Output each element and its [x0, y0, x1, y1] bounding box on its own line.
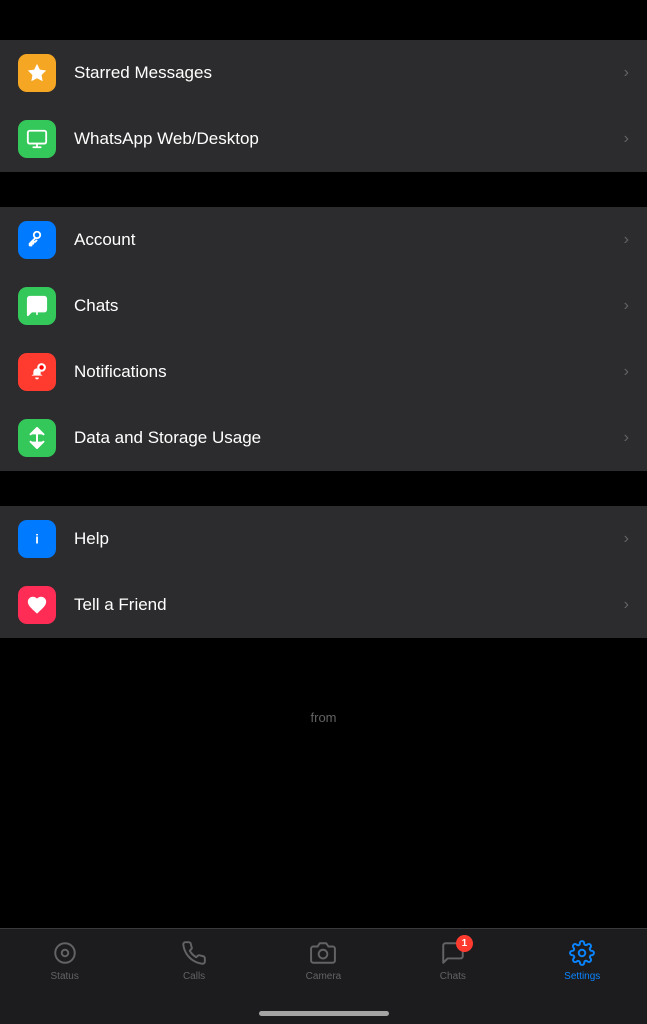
svg-text:i: i — [35, 532, 39, 547]
settings-nav-label: Settings — [564, 971, 600, 982]
camera-icon — [309, 939, 337, 967]
chats-nav-label: Chats — [440, 971, 466, 982]
menu-item-data-storage[interactable]: Data and Storage Usage › — [0, 405, 647, 471]
starred-icon — [18, 54, 56, 92]
whatsapp-web-label: WhatsApp Web/Desktop — [74, 129, 624, 149]
menu-item-account[interactable]: Account › — [0, 207, 647, 273]
middle-section: Account › Chats › Notifications › — [0, 207, 647, 471]
nav-item-chats[interactable]: 1 Chats — [423, 939, 483, 982]
chevron-icon: › — [624, 130, 629, 148]
chats-badge: 1 — [456, 935, 473, 952]
menu-item-whatsapp-web[interactable]: WhatsApp Web/Desktop › — [0, 106, 647, 172]
menu-item-help[interactable]: i Help › — [0, 506, 647, 572]
bottom-nav: Status Calls Camera — [0, 928, 647, 1024]
chevron-icon: › — [624, 231, 629, 249]
status-bar — [0, 0, 647, 40]
help-icon: i — [18, 520, 56, 558]
gap-3 — [0, 638, 647, 698]
menu-item-notifications[interactable]: Notifications › — [0, 339, 647, 405]
status-icon — [51, 939, 79, 967]
nav-items-container: Status Calls Camera — [0, 929, 647, 990]
chats-nav-icon: 1 — [439, 939, 467, 967]
notifications-label: Notifications — [74, 362, 624, 382]
calls-icon — [180, 939, 208, 967]
bottom-section: i Help › Tell a Friend › — [0, 506, 647, 638]
home-indicator — [0, 990, 647, 1024]
data-storage-label: Data and Storage Usage — [74, 428, 624, 448]
calls-nav-label: Calls — [183, 971, 205, 982]
menu-item-chats[interactable]: Chats › — [0, 273, 647, 339]
help-label: Help — [74, 529, 624, 549]
notifications-icon — [18, 353, 56, 391]
account-label: Account — [74, 230, 624, 250]
nav-item-status[interactable]: Status — [35, 939, 95, 982]
home-bar — [259, 1011, 389, 1016]
gap-2 — [0, 471, 647, 506]
chevron-icon: › — [624, 363, 629, 381]
chevron-icon: › — [624, 530, 629, 548]
menu-item-tell-friend[interactable]: Tell a Friend › — [0, 572, 647, 638]
gap-1 — [0, 172, 647, 207]
whatsapp-web-icon — [18, 120, 56, 158]
menu-item-starred-messages[interactable]: Starred Messages › — [0, 40, 647, 106]
top-section: Starred Messages › WhatsApp Web/Desktop … — [0, 40, 647, 172]
chevron-icon: › — [624, 64, 629, 82]
tell-friend-label: Tell a Friend — [74, 595, 624, 615]
tell-friend-icon — [18, 586, 56, 624]
chevron-icon: › — [624, 429, 629, 447]
nav-item-camera[interactable]: Camera — [293, 939, 353, 982]
settings-icon — [568, 939, 596, 967]
chevron-icon: › — [624, 596, 629, 614]
account-icon — [18, 221, 56, 259]
chevron-icon: › — [624, 297, 629, 315]
camera-nav-label: Camera — [306, 971, 342, 982]
from-text: from — [0, 698, 647, 733]
chats-label: Chats — [74, 296, 624, 316]
chats-settings-icon — [18, 287, 56, 325]
status-nav-label: Status — [51, 971, 79, 982]
starred-messages-label: Starred Messages — [74, 63, 624, 83]
nav-item-settings[interactable]: Settings — [552, 939, 612, 982]
nav-item-calls[interactable]: Calls — [164, 939, 224, 982]
data-storage-icon — [18, 419, 56, 457]
